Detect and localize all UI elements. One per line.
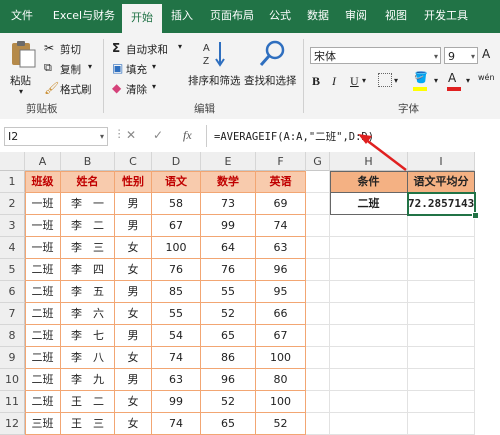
annotation-arrow: [358, 134, 407, 171]
